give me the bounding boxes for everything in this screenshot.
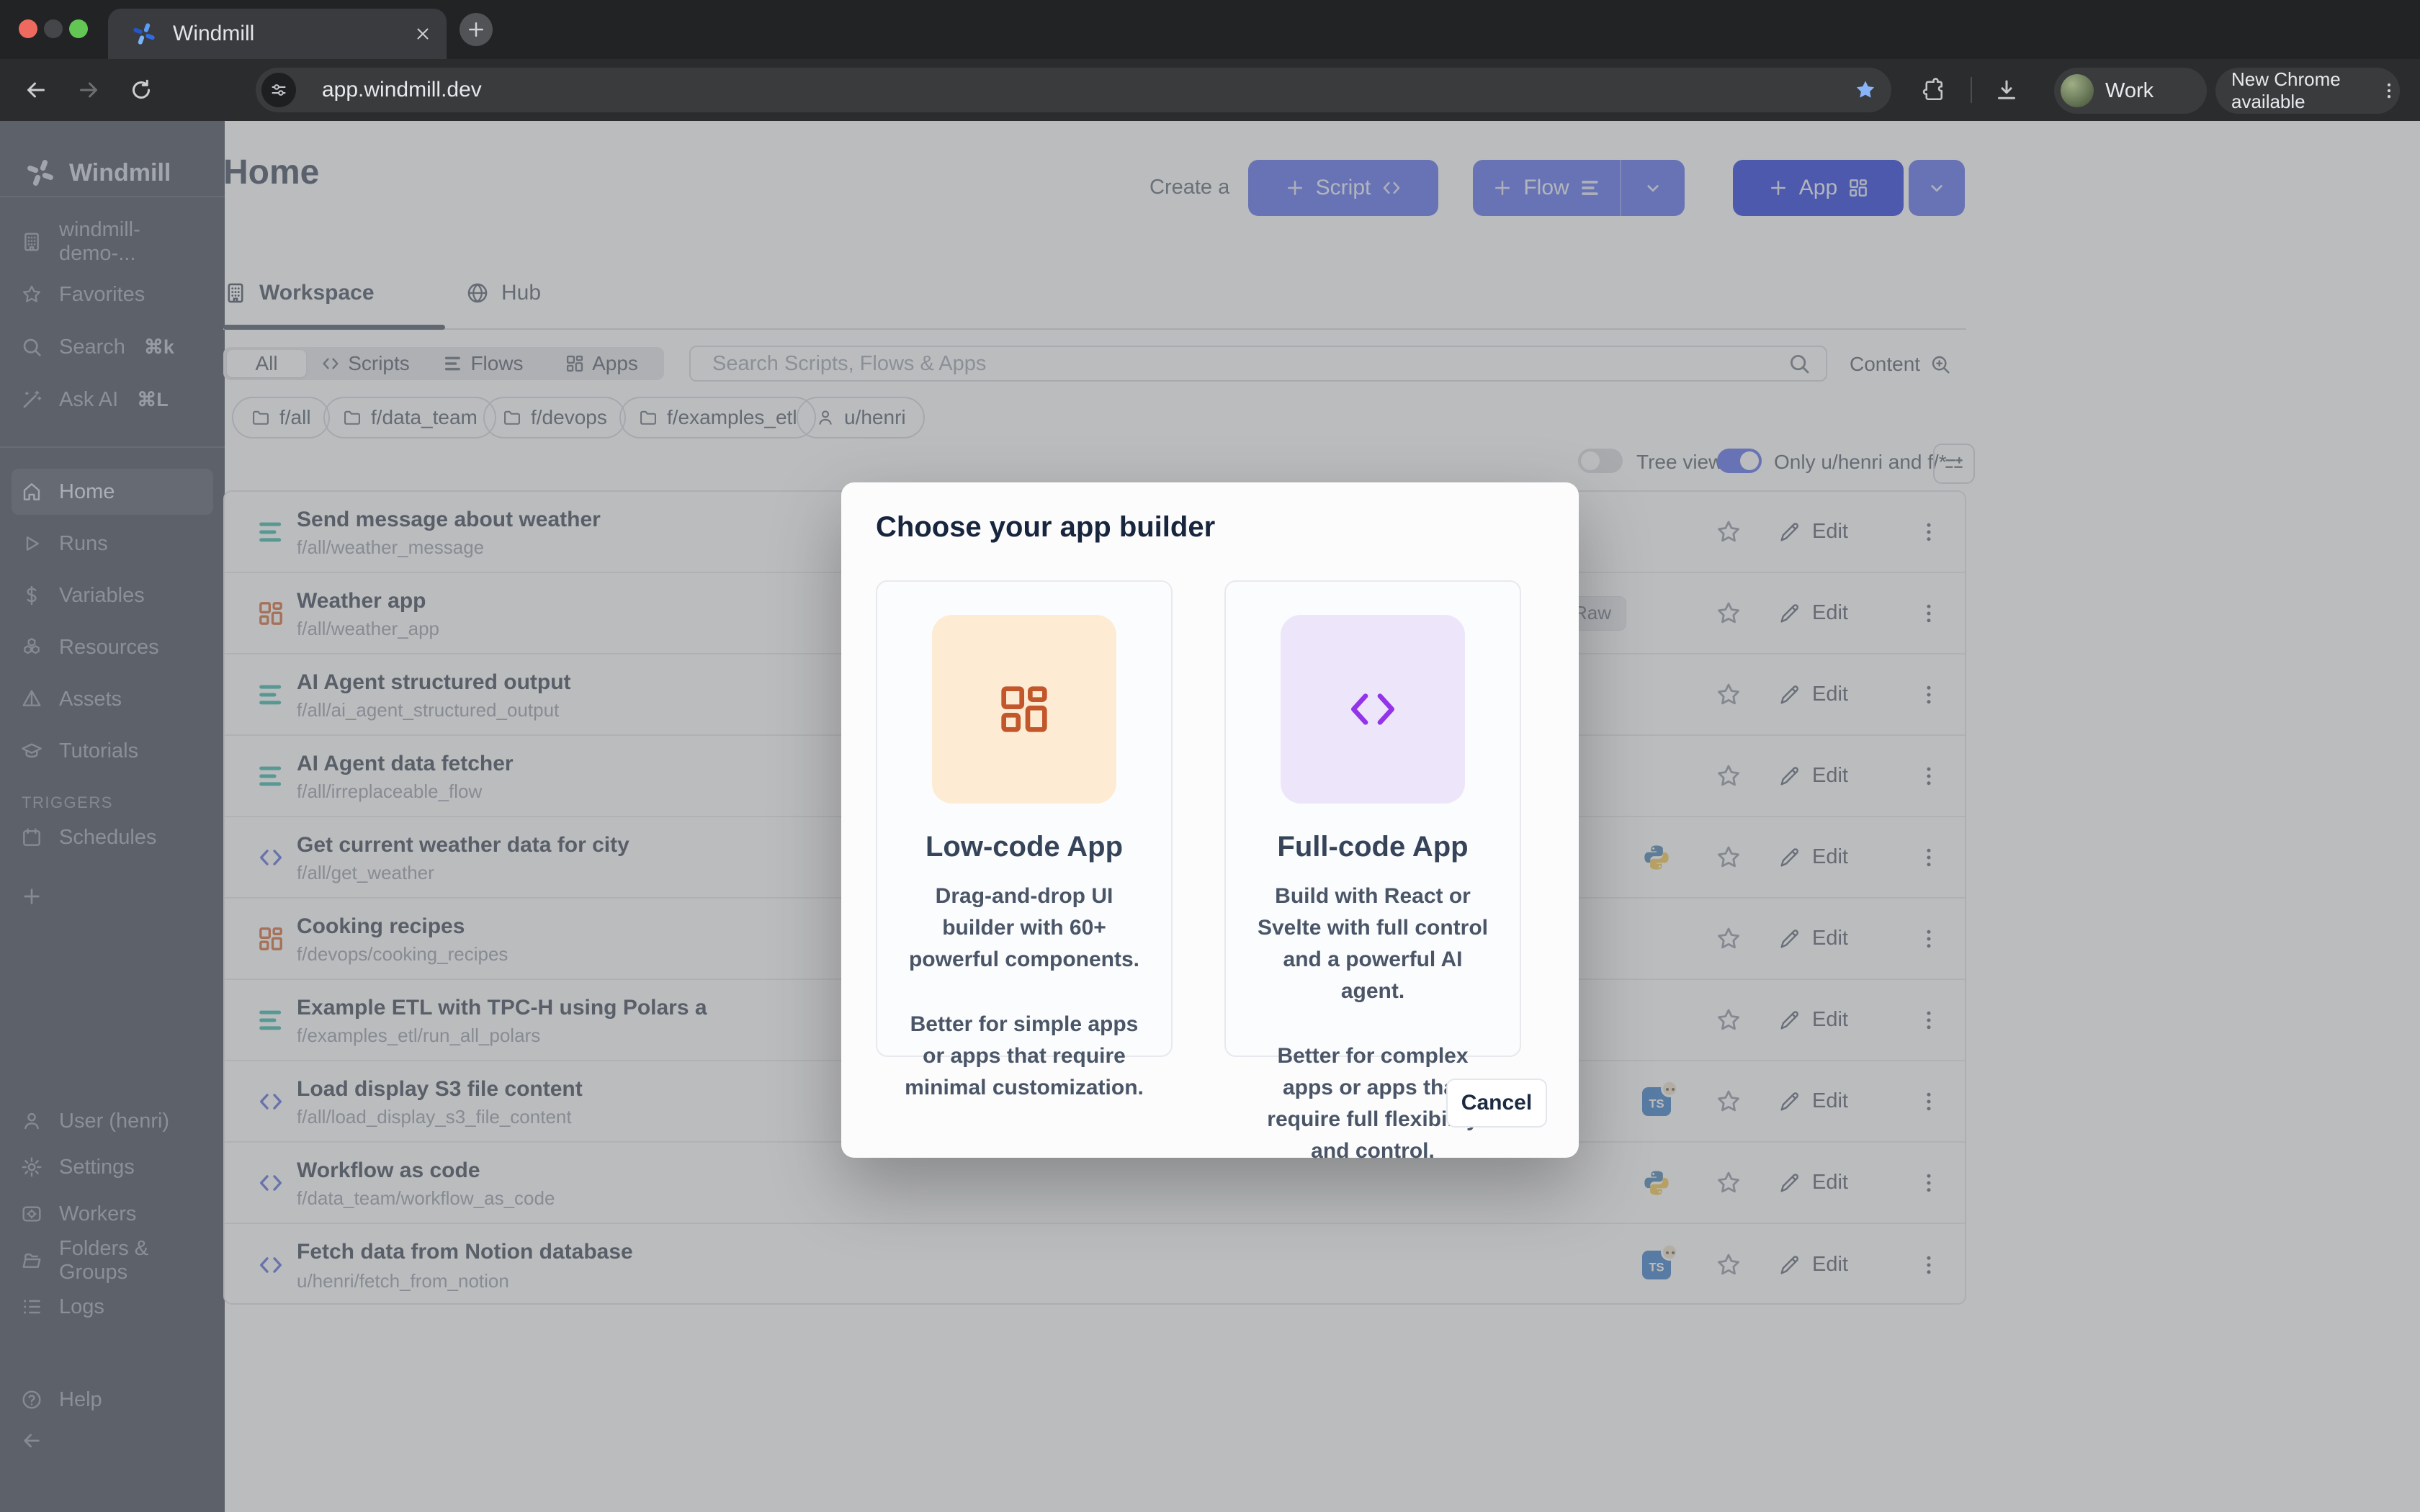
reload-icon[interactable] xyxy=(128,77,154,103)
window-minimize-light[interactable] xyxy=(44,19,63,38)
low-code-title: Low-code App xyxy=(877,831,1171,863)
extensions-icon[interactable] xyxy=(1922,77,1948,103)
cancel-button[interactable]: Cancel xyxy=(1446,1079,1547,1128)
full-code-tile xyxy=(1281,615,1465,804)
windmill-app: Windmill windmill-demo-... Favorites Sea… xyxy=(0,121,2420,1512)
downloads-icon[interactable] xyxy=(1994,77,2020,103)
plus-icon xyxy=(465,19,487,40)
tab-strip: Windmill xyxy=(0,0,2420,59)
tab-close-icon[interactable] xyxy=(413,24,432,43)
code-icon xyxy=(1344,680,1402,738)
modal-title: Choose your app builder xyxy=(876,511,1215,544)
profile-button[interactable]: Work xyxy=(2054,68,2207,114)
window-zoom-light[interactable] xyxy=(69,19,88,38)
toolbar-divider xyxy=(1971,77,1972,103)
browser-toolbar: app.windmill.dev Work New Chrome availab… xyxy=(0,59,2420,121)
avatar xyxy=(2061,74,2094,107)
cancel-label: Cancel xyxy=(1461,1091,1532,1115)
low-code-description: Drag-and-drop UI builder with 60+ powerf… xyxy=(902,881,1147,976)
windmill-favicon xyxy=(131,21,157,47)
profile-label: Work xyxy=(2105,79,2154,103)
low-code-tile xyxy=(932,615,1116,804)
bookmark-star-icon[interactable] xyxy=(1852,77,1878,103)
tab-title: Windmill xyxy=(173,22,254,46)
app-builder-modal: Choose your app builder Low-code App Dra… xyxy=(841,482,1579,1158)
full-code-description: Build with React or Svelte with full con… xyxy=(1250,881,1495,1007)
browser-tab-windmill[interactable]: Windmill xyxy=(108,9,447,59)
chrome-update-button[interactable]: New Chrome available xyxy=(2215,68,2400,114)
low-code-note: Better for simple apps or apps that requ… xyxy=(902,1009,1147,1104)
full-code-title: Full-code App xyxy=(1226,831,1520,863)
address-bar[interactable]: app.windmill.dev xyxy=(256,68,1891,112)
forward-icon[interactable] xyxy=(76,77,102,103)
app-grid-icon xyxy=(995,680,1053,738)
back-icon[interactable] xyxy=(23,77,49,103)
window-close-light[interactable] xyxy=(19,19,37,38)
browser-chrome: Windmill app.windmill.dev Work New Chro xyxy=(0,0,2420,121)
site-settings-icon[interactable] xyxy=(261,73,296,107)
menu-kebab-icon[interactable] xyxy=(2378,80,2400,102)
update-label: New Chrome available xyxy=(2231,68,2374,113)
new-tab-button[interactable] xyxy=(460,13,493,46)
low-code-app-card[interactable]: Low-code App Drag-and-drop UI builder wi… xyxy=(876,580,1173,1057)
url-text: app.windmill.dev xyxy=(322,78,482,102)
full-code-app-card[interactable]: Full-code App Build with React or Svelte… xyxy=(1224,580,1521,1057)
